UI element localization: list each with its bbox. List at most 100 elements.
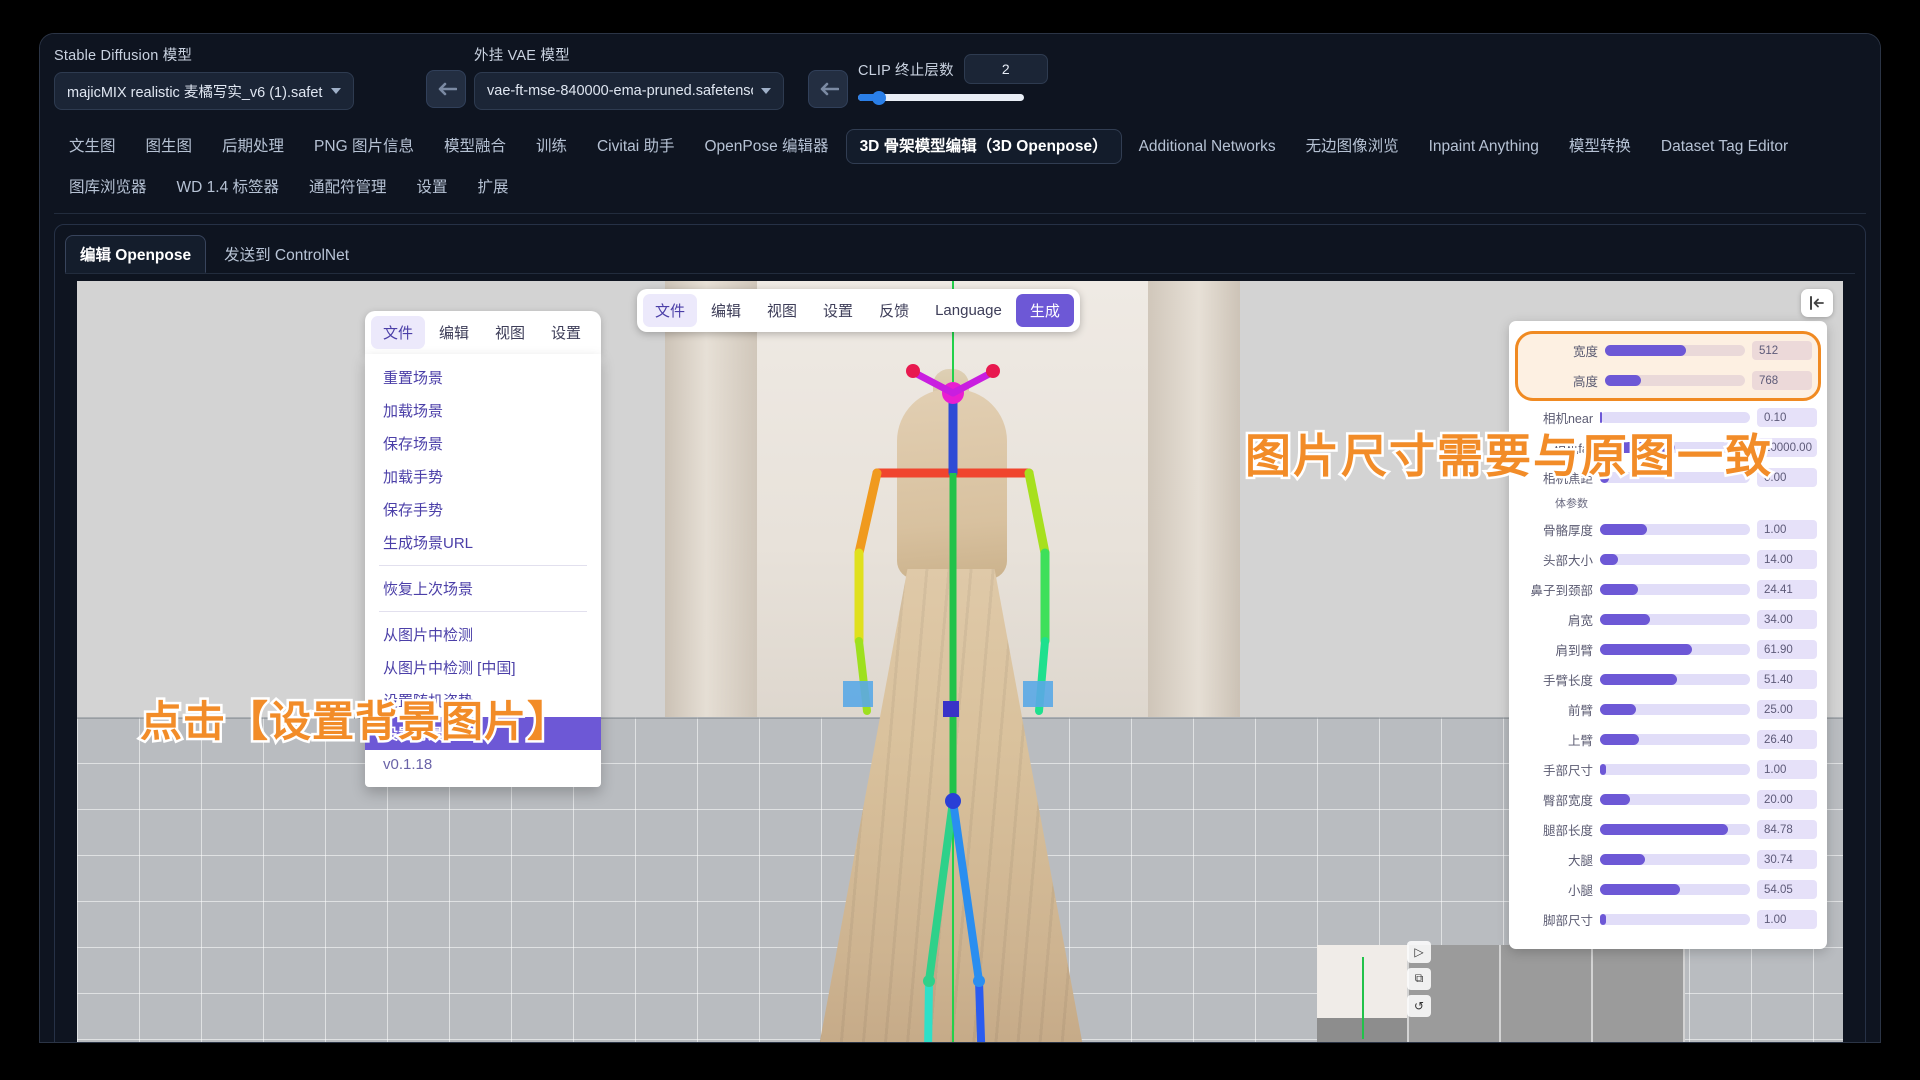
viewport-menu-item-4[interactable]: 设置 <box>811 294 865 327</box>
prop-slider-fill <box>1600 584 1638 595</box>
prop-value[interactable]: 30.74 <box>1757 850 1817 869</box>
nav-tab-5[interactable]: 扩展 <box>465 170 522 205</box>
thumbnail-slot[interactable] <box>1501 945 1593 1042</box>
screenshot-icon[interactable]: ⧉ <box>1407 968 1431 990</box>
viewport-menu-item-6[interactable]: Language <box>923 296 1014 325</box>
file-menu-item-[interactable]: 从图片中检测 <box>365 618 601 651</box>
sd-model-dropdown[interactable]: majicMIX realistic 麦橘写实_v6 (1).safetenso… <box>54 72 354 110</box>
thumbnail-slot[interactable] <box>1593 945 1685 1042</box>
nav-tab-2[interactable]: WD 1.4 标签器 <box>164 170 292 205</box>
prop-slider[interactable] <box>1600 674 1750 685</box>
subtab-1[interactable]: 编辑 Openpose <box>65 235 206 273</box>
nav-tab-7[interactable]: Civitai 助手 <box>584 129 688 164</box>
prop-slider[interactable] <box>1600 854 1750 865</box>
nav-tab-12[interactable]: Inpaint Anything <box>1416 129 1552 164</box>
prop-slider[interactable] <box>1600 704 1750 715</box>
prop-slider[interactable] <box>1600 884 1750 895</box>
sd-model-refresh-button[interactable] <box>426 70 466 108</box>
file-menu-item-[interactable]: 加载手势 <box>365 460 601 493</box>
prop-value[interactable]: 25.00 <box>1757 700 1817 719</box>
clip-skip-value[interactable]: 2 <box>964 54 1048 84</box>
file-menu-item-URL[interactable]: 生成场景URL <box>365 526 601 559</box>
prop-slider[interactable] <box>1600 914 1750 925</box>
prop-slider[interactable] <box>1600 794 1750 805</box>
prop-value[interactable]: 768 <box>1752 371 1812 390</box>
clip-skip-slider[interactable] <box>858 94 1024 101</box>
file-menu-bar-item-5[interactable]: 反馈 <box>595 316 601 349</box>
hand-gizmo-left[interactable] <box>843 681 873 707</box>
prop-label: 肩宽 <box>1519 610 1593 629</box>
nav-tab-6[interactable]: 训练 <box>523 129 580 164</box>
nav-tab-4[interactable]: 设置 <box>404 170 461 205</box>
file-menu-item-[interactable]: 保存手势 <box>365 493 601 526</box>
prop-row-高度: 高度768 <box>1524 366 1812 396</box>
file-menu-bar-item-1[interactable]: 文件 <box>371 316 425 349</box>
prop-slider[interactable] <box>1605 345 1745 356</box>
prop-value[interactable]: 1.00 <box>1757 760 1817 779</box>
prop-value[interactable]: 14.00 <box>1757 550 1817 569</box>
nav-tab-13[interactable]: 模型转换 <box>1556 129 1644 164</box>
pose-preview-thumbnail[interactable] <box>1317 945 1409 1042</box>
prop-slider[interactable] <box>1605 375 1745 386</box>
file-menu-item-[interactable]: 重置场景 <box>365 361 601 394</box>
nav-tab-3[interactable]: 后期处理 <box>209 129 297 164</box>
file-menu-bar-item-2[interactable]: 编辑 <box>427 316 481 349</box>
nav-tab-3[interactable]: 通配符管理 <box>296 170 400 205</box>
clip-skip-slider-handle[interactable] <box>872 91 886 105</box>
panel-collapse-button[interactable] <box>1801 289 1833 317</box>
prop-value[interactable]: 34.00 <box>1757 610 1817 629</box>
file-menu-item-[interactable]: 加载场景 <box>365 394 601 427</box>
nav-tab-2[interactable]: 图生图 <box>133 129 206 164</box>
prop-value[interactable]: 84.78 <box>1757 820 1817 839</box>
viewport-menu-item-1[interactable]: 文件 <box>643 294 697 327</box>
prop-slider-fill <box>1600 794 1630 805</box>
nav-tab-5[interactable]: 模型融合 <box>431 129 519 164</box>
prop-slider[interactable] <box>1600 554 1750 565</box>
prop-value[interactable]: 51.40 <box>1757 670 1817 689</box>
vae-model-refresh-button[interactable] <box>808 70 848 108</box>
nav-tab-1[interactable]: 文生图 <box>56 129 129 164</box>
prop-value[interactable]: 1.00 <box>1757 520 1817 539</box>
prop-slider[interactable] <box>1600 614 1750 625</box>
prop-slider[interactable] <box>1600 824 1750 835</box>
file-menu-item-[interactable]: 恢复上次场景 <box>365 572 601 605</box>
viewport-menu-item-3[interactable]: 视图 <box>755 294 809 327</box>
prop-slider[interactable] <box>1600 584 1750 595</box>
nav-tab-14[interactable]: Dataset Tag Editor <box>1648 129 1801 164</box>
prop-slider[interactable] <box>1600 644 1750 655</box>
viewport-menu-item-5[interactable]: 反馈 <box>867 294 921 327</box>
viewport-menu-item-2[interactable]: 编辑 <box>699 294 753 327</box>
prop-value[interactable]: 26.40 <box>1757 730 1817 749</box>
file-menu-version: v0.1.18 <box>365 750 601 779</box>
prop-label: 手臂长度 <box>1519 670 1593 689</box>
prop-value[interactable]: 512 <box>1752 341 1812 360</box>
nav-tab-4[interactable]: PNG 图片信息 <box>301 129 427 164</box>
nav-tab-8[interactable]: OpenPose 编辑器 <box>692 129 842 164</box>
nav-tab-1[interactable]: 图库浏览器 <box>56 170 160 205</box>
nav-tab-11[interactable]: 无边图像浏览 <box>1293 129 1412 164</box>
prop-value[interactable]: 24.41 <box>1757 580 1817 599</box>
root-gizmo[interactable] <box>943 701 959 717</box>
nav-tab-9[interactable]: 3D 骨架模型编辑（3D Openpose） <box>846 129 1122 164</box>
file-menu-item-[interactable]: 保存场景 <box>365 427 601 460</box>
prop-slider[interactable] <box>1600 734 1750 745</box>
nav-divider <box>54 213 1866 214</box>
nav-tab-10[interactable]: Additional Networks <box>1126 129 1289 164</box>
prop-slider[interactable] <box>1600 524 1750 535</box>
generate-button[interactable]: 生成 <box>1016 294 1074 327</box>
file-menu-bar-item-3[interactable]: 视图 <box>483 316 537 349</box>
hand-gizmo-right[interactable] <box>1023 681 1053 707</box>
prop-value[interactable]: 1.00 <box>1757 910 1817 929</box>
play-icon[interactable]: ▷ <box>1407 941 1431 963</box>
prop-value[interactable]: 20.00 <box>1757 790 1817 809</box>
file-menu-bar-item-4[interactable]: 设置 <box>539 316 593 349</box>
openpose-3d-viewport[interactable]: 文件编辑视图设置反馈Language生成 文件编辑视图设置反馈 重置场景加载场景… <box>77 281 1843 1042</box>
prop-label: 大腿 <box>1519 850 1593 869</box>
reset-icon[interactable]: ↺ <box>1407 995 1431 1017</box>
file-menu-item-[interactable]: 从图片中检测 [中国] <box>365 651 601 684</box>
prop-slider[interactable] <box>1600 764 1750 775</box>
prop-value[interactable]: 61.90 <box>1757 640 1817 659</box>
prop-value[interactable]: 54.05 <box>1757 880 1817 899</box>
vae-model-dropdown[interactable]: vae-ft-mse-840000-ema-pruned.safetensors <box>474 72 784 110</box>
subtab-2[interactable]: 发送到 ControlNet <box>210 236 363 272</box>
